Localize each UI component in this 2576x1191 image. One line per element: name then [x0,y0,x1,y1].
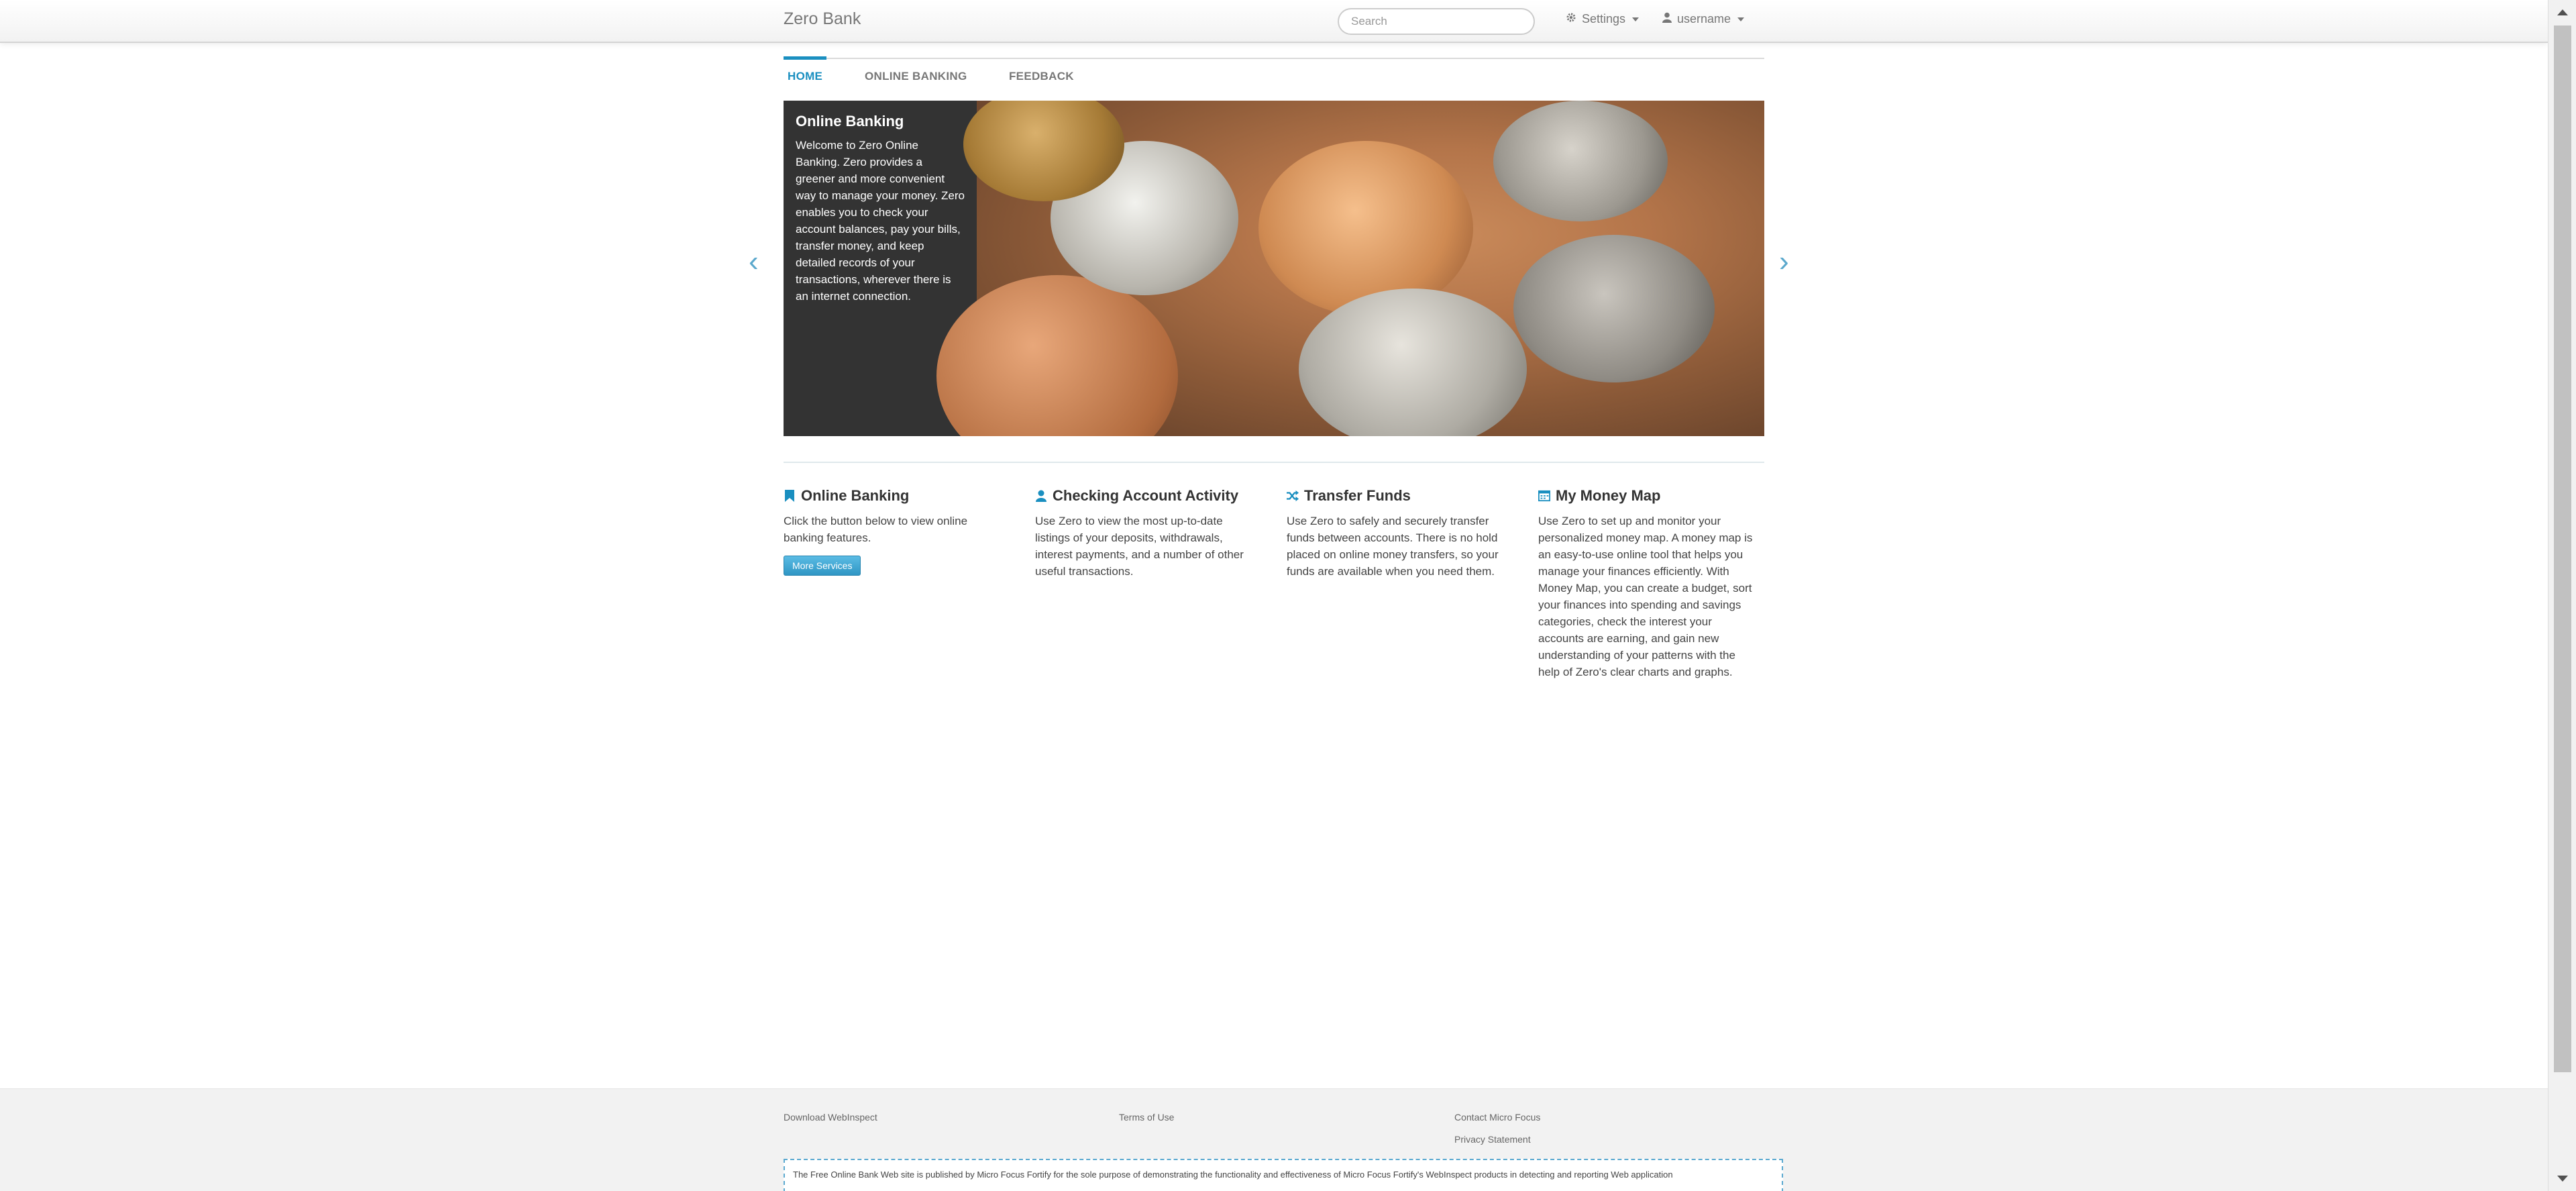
tab-feedback[interactable]: FEEDBACK [1009,70,1074,83]
brand-logo[interactable]: Zero Bank [784,9,861,29]
terms-of-use-link[interactable]: Terms of Use [1119,1112,1174,1123]
hero-carousel: Online Banking Welcome to Zero Online Ba… [784,101,1764,436]
feature-title: Checking Account Activity [1053,487,1239,504]
calendar-icon [1538,490,1550,502]
username-label: username [1677,12,1731,25]
bookmark-icon [784,490,796,502]
download-webinspect-link[interactable]: Download WebInspect [784,1112,877,1123]
page-footer: Download WebInspect Terms of Use Contact… [0,1088,2548,1191]
feature-text: Click the button below to view online ba… [784,515,968,544]
active-tab-indicator [784,56,826,60]
contact-micro-focus-link[interactable]: Contact Micro Focus [1454,1112,1540,1123]
section-divider [784,462,1764,463]
disclaimer-text: The Free Online Bank Web site is publish… [784,1159,1783,1191]
feature-title: Online Banking [801,487,910,504]
more-services-button[interactable]: More Services [784,556,861,576]
tab-online-banking[interactable]: ONLINE BANKING [865,70,967,83]
user-icon [1035,490,1047,502]
user-dropdown[interactable]: username [1662,12,1745,26]
scrollbar-thumb[interactable] [2554,25,2571,1072]
user-icon [1662,12,1672,26]
feature-online-banking: Online Banking Click the button below to… [784,487,1005,576]
gear-icon [1566,12,1576,26]
search-input[interactable] [1338,8,1535,35]
shuffle-icon [1287,490,1299,502]
scroll-down-icon[interactable] [2557,1176,2568,1182]
coins-image [936,101,1764,436]
feature-transfer-funds: Transfer Funds Use Zero to safely and se… [1287,487,1508,580]
settings-label: Settings [1582,12,1626,25]
scroll-up-icon[interactable] [2557,9,2568,15]
vertical-scrollbar[interactable] [2548,0,2576,1191]
feature-text: Use Zero to view the most up-to-date lis… [1035,515,1244,578]
feature-my-money-map: My Money Map Use Zero to set up and moni… [1538,487,1760,680]
feature-text: Use Zero to set up and monitor your pers… [1538,515,1753,678]
carousel-caption-text: Welcome to Zero Online Banking. Zero pro… [796,139,965,303]
settings-dropdown[interactable]: Settings [1566,12,1640,26]
tabs-divider [784,58,1764,59]
feature-text: Use Zero to safely and securely transfer… [1287,515,1499,578]
feature-title: My Money Map [1556,487,1661,504]
carousel-prev-button[interactable]: ‹ [749,247,759,276]
carousel-next-button[interactable]: › [1779,247,1789,276]
carousel-caption-title: Online Banking [796,113,904,130]
feature-title: Transfer Funds [1304,487,1411,504]
feature-checking-account-activity: Checking Account Activity Use Zero to vi… [1035,487,1256,580]
top-navbar: Zero Bank Settings username [0,0,2548,43]
chevron-down-icon [1737,17,1745,21]
tab-home[interactable]: HOME [788,70,822,83]
privacy-statement-link[interactable]: Privacy Statement [1454,1134,1531,1145]
chevron-down-icon [1632,17,1640,21]
